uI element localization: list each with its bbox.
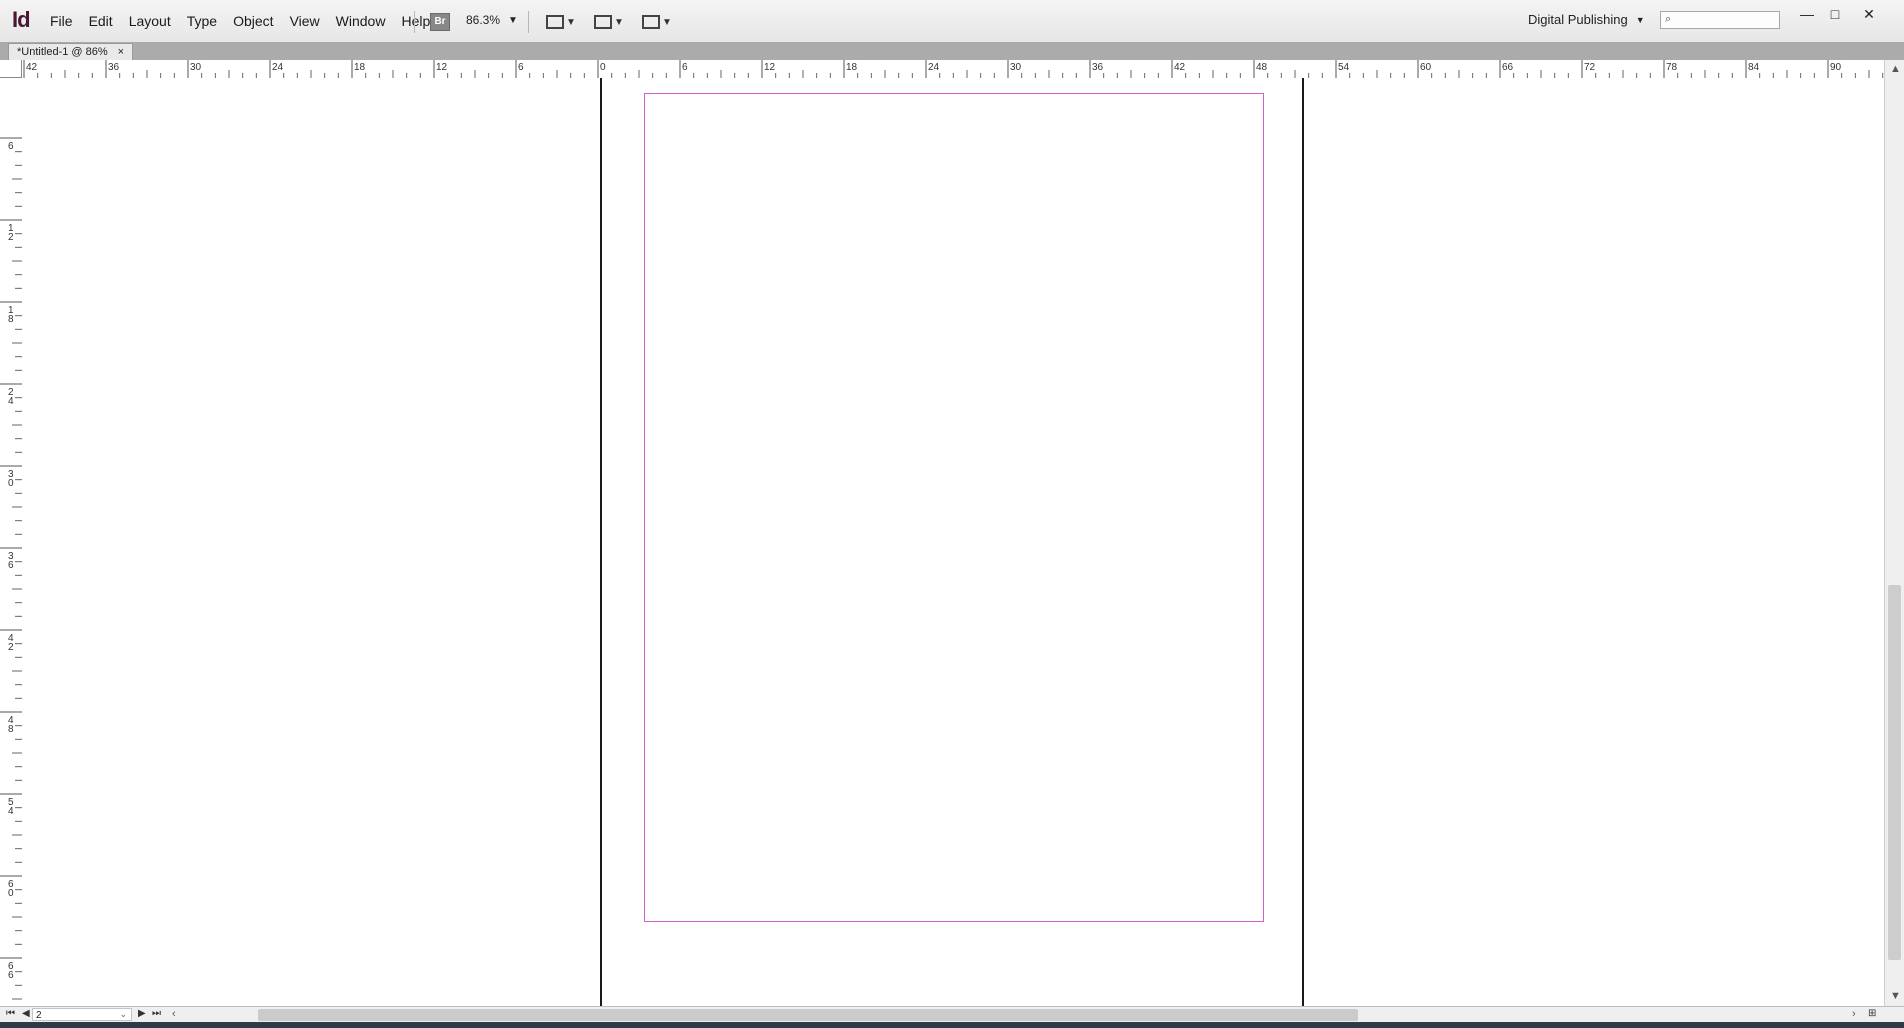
- ruler-label: 48: [1256, 62, 1268, 73]
- search-field[interactable]: ⌕: [1660, 11, 1780, 29]
- ruler-label: 36: [108, 62, 120, 73]
- split-window-icon[interactable]: ⊞: [1868, 1008, 1876, 1019]
- ruler-label: 12: [764, 62, 776, 73]
- vertical-scrollbar-thumb[interactable]: [1888, 585, 1901, 960]
- first-page-icon[interactable]: ⏮: [6, 1008, 15, 1019]
- menu-type[interactable]: Type: [179, 9, 225, 33]
- menu-layout[interactable]: Layout: [121, 9, 179, 33]
- ruler-label: 6: [8, 970, 14, 981]
- ruler-label: 30: [1010, 62, 1022, 73]
- ruler-label: 24: [928, 62, 940, 73]
- menu-object[interactable]: Object: [225, 9, 281, 33]
- pasteboard[interactable]: [22, 78, 1884, 1006]
- ruler-label: 30: [190, 62, 202, 73]
- indesign-window: Id File Edit Layout Type Object View Win…: [0, 0, 1904, 1028]
- zoom-level-dropdown[interactable]: 86.3% ▼: [466, 13, 518, 27]
- menu-edit[interactable]: Edit: [81, 9, 121, 33]
- ruler-label: 66: [1502, 62, 1514, 73]
- ruler-label: 12: [436, 62, 448, 73]
- chevron-down-icon: ▼: [662, 16, 672, 28]
- document-tab[interactable]: *Untitled-1 @ 86% ×: [8, 43, 134, 61]
- ruler-origin[interactable]: [0, 60, 22, 78]
- ruler-label: 2: [8, 642, 14, 653]
- vertical-ruler-ticks: 612182430364248546066: [0, 137, 22, 1000]
- view-options-button[interactable]: ▼: [546, 12, 576, 32]
- menu-window[interactable]: Window: [328, 9, 394, 33]
- status-bar: ⏮ ◀ 2 ⌄ ▶ ⏭ ‹ › ⊞: [0, 1006, 1904, 1023]
- chevron-left-icon[interactable]: ‹: [172, 1008, 176, 1020]
- go-to-bridge-button[interactable]: Br: [430, 13, 450, 31]
- workspace-switcher[interactable]: Digital Publishing ▼: [1528, 12, 1645, 27]
- chevron-down-icon[interactable]: ▼: [1890, 990, 1901, 1002]
- ruler-label: 42: [1174, 62, 1186, 73]
- separator: [414, 11, 415, 33]
- menu-file[interactable]: File: [42, 9, 81, 33]
- view-options-icon: [546, 15, 564, 29]
- document-tab-bar: *Untitled-1 @ 86% ×: [0, 42, 1904, 61]
- ruler-label: 78: [1666, 62, 1678, 73]
- zoom-level-value: 86.3%: [466, 13, 501, 27]
- screen-mode-icon: [594, 15, 612, 29]
- horizontal-ruler[interactable]: 42 36 30 24 18 12 6 0 6 12 18 24 30 36 42 48 54 60 66 72 78 8…: [22, 60, 1884, 79]
- ruler-label: 8: [8, 314, 14, 325]
- chevron-right-icon[interactable]: ›: [1852, 1008, 1856, 1020]
- vertical-ruler[interactable]: 612182430364248546066: [0, 78, 23, 1006]
- ruler-label: 6: [682, 62, 688, 73]
- main-menu: File Edit Layout Type Object View Window…: [42, 0, 438, 42]
- maximize-button[interactable]: □: [1818, 4, 1852, 24]
- ruler-label: 18: [354, 62, 366, 73]
- ruler-label: 90: [1830, 62, 1842, 73]
- ruler-label: 0: [8, 478, 14, 489]
- ruler-label: 0: [600, 62, 606, 73]
- menu-view[interactable]: View: [282, 9, 328, 33]
- ruler-label: 4: [8, 396, 14, 407]
- previous-page-icon[interactable]: ◀: [22, 1008, 30, 1019]
- chevron-down-icon: ▼: [508, 14, 518, 26]
- chevron-down-icon: ▼: [614, 16, 624, 28]
- document-page[interactable]: [600, 78, 1304, 1006]
- last-page-icon[interactable]: ⏭: [152, 1008, 161, 1019]
- chevron-down-icon: ▼: [566, 16, 576, 28]
- ruler-label: 60: [1420, 62, 1432, 73]
- ruler-label: 2: [8, 232, 14, 243]
- arrange-documents-icon: [642, 15, 660, 29]
- margin-guides: [644, 93, 1264, 922]
- ruler-label: 18: [846, 62, 858, 73]
- ruler-label: 84: [1748, 62, 1760, 73]
- ruler-label: 72: [1584, 62, 1596, 73]
- document-tab-title: *Untitled-1 @ 86%: [17, 46, 108, 58]
- arrange-documents-button[interactable]: ▼: [642, 12, 672, 32]
- vertical-scrollbar[interactable]: ▲ ▼: [1884, 60, 1904, 1006]
- ruler-label: 6: [8, 560, 14, 571]
- close-icon[interactable]: ×: [118, 44, 124, 61]
- horizontal-ruler-ticks: 42 36 30 24 18 12 6 0 6 12 18 24 30 36 42 48 54 60 66 72 78 8…: [23, 60, 1884, 78]
- page-number-value: 2: [36, 1010, 42, 1021]
- ruler-label: 54: [1338, 62, 1350, 73]
- ruler-label: 24: [272, 62, 284, 73]
- separator: [528, 11, 529, 33]
- ruler-label: 36: [1092, 62, 1104, 73]
- horizontal-scrollbar[interactable]: ‹ ›: [170, 1008, 1860, 1022]
- search-icon: ⌕: [1665, 13, 1672, 25]
- ruler-label: 6: [8, 141, 14, 152]
- ruler-label: 42: [26, 62, 38, 73]
- workspace-name: Digital Publishing: [1528, 12, 1628, 27]
- chevron-up-icon[interactable]: ▲: [1890, 63, 1901, 75]
- application-bar: Id File Edit Layout Type Object View Win…: [0, 0, 1904, 43]
- taskbar-edge: [0, 1022, 1904, 1028]
- ruler-label: 6: [518, 62, 524, 73]
- screen-mode-button[interactable]: ▼: [594, 12, 624, 32]
- ruler-label: 8: [8, 724, 14, 735]
- ruler-label: 0: [8, 888, 14, 899]
- next-page-icon[interactable]: ▶: [138, 1008, 146, 1019]
- chevron-down-icon: ▼: [1635, 14, 1645, 25]
- close-window-button[interactable]: ✕: [1852, 4, 1886, 24]
- page-number-field[interactable]: 2 ⌄: [32, 1008, 132, 1021]
- indesign-logo: Id: [12, 7, 31, 32]
- horizontal-scrollbar-thumb[interactable]: [258, 1009, 1358, 1021]
- chevron-down-icon[interactable]: ⌄: [119, 1008, 127, 1021]
- ruler-label: 4: [8, 806, 14, 817]
